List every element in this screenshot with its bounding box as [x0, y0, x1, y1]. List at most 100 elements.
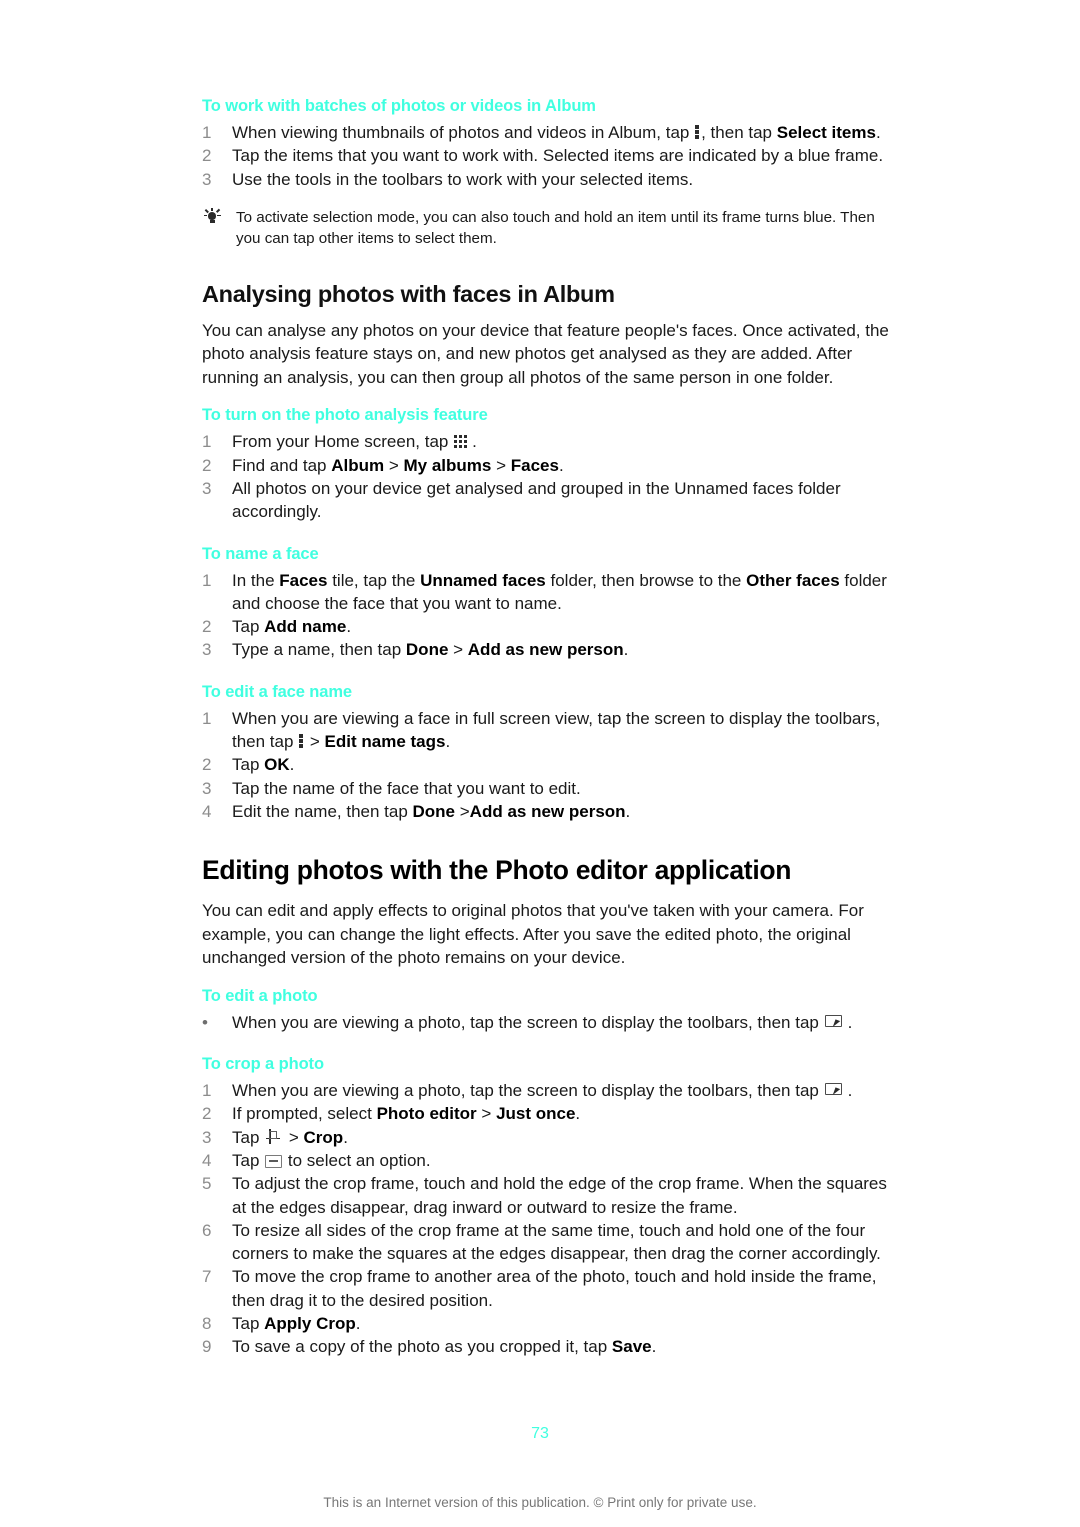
step-text-post: .	[651, 1337, 657, 1357]
step-text-bold: Just once	[496, 1104, 576, 1124]
step-text-bold: Add as new person	[469, 801, 626, 821]
step-number: 1	[202, 708, 212, 728]
steps-edit-a-photo: • When you are viewing a photo, tap the …	[202, 1011, 902, 1034]
step-item: 4 Tap to select an option.	[202, 1149, 902, 1172]
step-text: To adjust the crop frame, touch and hold…	[232, 1174, 887, 1217]
step-text-post: .	[289, 755, 295, 775]
heading-edit-a-photo: To edit a photo	[202, 986, 318, 1005]
step-number: 1	[202, 123, 212, 142]
step-number: 4	[202, 801, 212, 821]
step-text-post: .	[343, 1127, 348, 1147]
step-text: All photos on your device get analysed a…	[232, 478, 841, 522]
step-item: 1 In the Faces tile, tap the Unnamed fac…	[202, 569, 902, 616]
step-text-pre: Type a name, then tap	[232, 640, 406, 660]
step-text-bold: Apply Crop	[264, 1314, 356, 1334]
step-text-bold: Faces	[279, 570, 328, 590]
step-text-bold: Faces	[510, 455, 559, 475]
kebab-menu-icon	[299, 734, 304, 749]
heading-work-with-batches: To work with batches of photos or videos…	[202, 97, 596, 115]
step-text-sep: >	[384, 455, 404, 475]
step-text-bold: My albums	[403, 455, 492, 475]
step-text-bold: Done	[405, 640, 449, 660]
step-item: 3 Tap > Crop.	[202, 1126, 902, 1149]
step-text: Find and tap Album > My albums > Faces.	[232, 454, 902, 477]
page-number: 73	[531, 1425, 549, 1442]
step-text-pre: From your Home screen, tap	[232, 432, 454, 452]
step-number: 5	[202, 1174, 212, 1194]
step-number: 2	[202, 455, 212, 475]
step-text-bold: Unnamed faces	[420, 570, 546, 590]
step-text-pre: If prompted, select	[232, 1104, 377, 1124]
step-item: 4 Edit the name, then tap Done >Add as n…	[202, 800, 902, 823]
step-number: 6	[202, 1220, 212, 1240]
heading-edit-a-face-name: To edit a face name	[202, 682, 353, 701]
step-text-pre: Tap	[232, 755, 265, 775]
step-text-pre: In the	[232, 570, 280, 590]
step-text: When viewing thumbnails of photos and vi…	[232, 121, 902, 144]
step-text: If prompted, select Photo editor > Just …	[232, 1102, 902, 1125]
step-text-post: .	[575, 1104, 581, 1124]
step-text: To resize all sides of the crop frame at…	[232, 1220, 881, 1264]
step-number: 2	[202, 755, 212, 775]
step-bullet: •	[202, 1012, 208, 1032]
crop-icon	[265, 1128, 283, 1146]
step-text-mid: tile, tap the	[327, 570, 421, 590]
apps-grid-icon	[454, 434, 471, 449]
step-number: 3	[202, 169, 212, 189]
step-number: 3	[202, 640, 212, 660]
step-item: 3 Tap the name of the face that you want…	[202, 777, 902, 800]
step-text-bold: Save	[611, 1337, 652, 1357]
step-item: 2 Tap the items that you want to work wi…	[202, 144, 902, 167]
step-text: To move the crop frame to another area o…	[232, 1267, 877, 1310]
step-text: Tap the name of the face that you want t…	[232, 778, 581, 798]
step-number: 2	[202, 1104, 212, 1124]
step-text: Edit the name, then tap Done >Add as new…	[232, 800, 902, 823]
heading-name-a-face: To name a face	[202, 544, 319, 563]
step-item: 1 When viewing thumbnails of photos and …	[202, 121, 902, 144]
step-text-post: .	[847, 1012, 853, 1032]
step-item: • When you are viewing a photo, tap the …	[202, 1011, 902, 1034]
step-item: 2 Find and tap Album > My albums > Faces…	[202, 454, 902, 477]
step-item: 1 From your Home screen, tap .	[202, 430, 902, 453]
step-text-pre: Tap	[232, 1150, 265, 1170]
steps-crop-a-photo: 1 When you are viewing a photo, tap the …	[202, 1079, 902, 1359]
step-item: 7 To move the crop frame to another area…	[202, 1265, 902, 1312]
step-item: 3 All photos on your device get analysed…	[202, 477, 902, 524]
step-number: 1	[202, 570, 212, 590]
step-text: When you are viewing a face in full scre…	[232, 707, 902, 754]
step-text-sep: >	[491, 455, 511, 475]
document-page: To work with batches of photos or videos…	[0, 0, 1080, 1527]
step-number: 2	[202, 617, 212, 637]
step-text-post: to select an option.	[283, 1150, 431, 1170]
lightbulb-icon	[202, 207, 236, 234]
step-text-bold: Photo editor	[376, 1104, 477, 1124]
tip-text: To activate selection mode, you can also…	[236, 208, 875, 247]
step-number: 4	[202, 1150, 212, 1170]
step-text: Tap Apply Crop.	[232, 1312, 902, 1335]
step-item: 2 Tap OK.	[202, 753, 902, 776]
heading-turn-on-photo-analysis: To turn on the photo analysis feature	[202, 406, 488, 425]
step-text-post: .	[445, 732, 451, 752]
step-text-mid: , then tap	[701, 123, 777, 142]
step-item: 2 Tap Add name.	[202, 615, 902, 638]
step-text: Use the tools in the toolbars to work wi…	[232, 169, 694, 189]
step-text-pre: Tap	[232, 1314, 265, 1334]
step-text-bold: Edit name tags	[324, 732, 446, 752]
step-text-pre: To save a copy of the photo as you cropp…	[232, 1337, 612, 1357]
step-text-post: .	[355, 1314, 361, 1334]
step-text-sep: >	[448, 640, 468, 660]
step-text-bold: Add name	[264, 617, 347, 637]
step-number: 1	[202, 1081, 212, 1101]
step-text: Type a name, then tap Done > Add as new …	[232, 638, 902, 661]
step-item: 3 Use the tools in the toolbars to work …	[202, 168, 902, 191]
steps-work-with-batches: 1 When viewing thumbnails of photos and …	[202, 121, 902, 191]
heading-analysing-photos: Analysing photos with faces in Album	[202, 280, 615, 307]
step-item: 1 When you are viewing a photo, tap the …	[202, 1079, 902, 1102]
step-text-post: .	[472, 432, 477, 452]
step-text-post: .	[875, 123, 881, 142]
step-text: Tap Add name.	[232, 615, 902, 638]
step-text-bold: Other faces	[746, 570, 840, 590]
heading-editing-photos-photo-editor: Editing photos with the Photo editor app…	[202, 855, 792, 886]
step-text: Tap OK.	[232, 753, 902, 776]
steps-turn-on-photo-analysis: 1 From your Home screen, tap . 2 Find an…	[202, 430, 902, 523]
